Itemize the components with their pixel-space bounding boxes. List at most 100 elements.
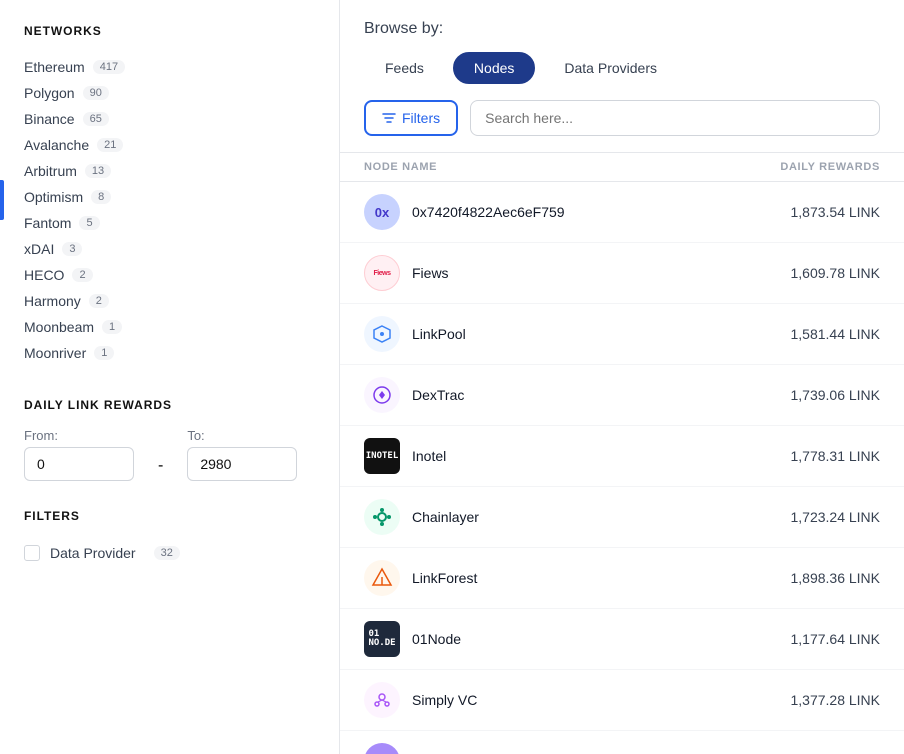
main-content: Browse by: FeedsNodesData Providers Filt… — [340, 0, 904, 754]
browse-header: Browse by: FeedsNodesData Providers — [340, 0, 904, 100]
network-item-moonriver[interactable]: Moonriver 1 — [24, 340, 315, 366]
node-avatar: 0x — [364, 194, 400, 230]
search-input[interactable] — [470, 100, 880, 136]
network-item-xdai[interactable]: xDAI3 — [24, 236, 315, 262]
filters-title: FILTERS — [24, 509, 315, 523]
col-daily-rewards: DAILY REWARDS — [780, 161, 880, 173]
table-row[interactable]: INOTELInotel1,778.31 LINK — [340, 426, 904, 487]
node-left: Chainlayer — [364, 499, 479, 535]
from-label: From: — [24, 428, 134, 443]
node-avatar: Fiews — [364, 255, 400, 291]
node-avatar: M — [364, 743, 400, 754]
node-avatar — [364, 377, 400, 413]
col-node-name: NODE NAME — [364, 161, 437, 173]
node-name: Chainlayer — [412, 509, 479, 525]
network-badge: 21 — [97, 138, 123, 152]
networks-section-title: NETWORKS — [24, 24, 315, 38]
node-left: LinkPool — [364, 316, 466, 352]
table-header: NODE NAME DAILY REWARDS — [340, 152, 904, 182]
toolbar-row: Filters — [340, 100, 904, 152]
network-item-fantom[interactable]: Fantom5 — [24, 210, 315, 236]
network-item-heco[interactable]: HECO 2 — [24, 262, 315, 288]
node-avatar — [364, 560, 400, 596]
network-item-binance[interactable]: Binance 65 — [24, 106, 315, 132]
node-rewards: 1,723.24 LINK — [790, 509, 880, 525]
node-name: Simply VC — [412, 692, 477, 708]
network-item-arbitrum[interactable]: Arbitrum13 — [24, 158, 315, 184]
node-rewards: 1,609.78 LINK — [790, 265, 880, 281]
browse-label: Browse by: — [364, 20, 880, 38]
network-badge: 417 — [93, 60, 125, 74]
tab-nodes[interactable]: Nodes — [453, 52, 535, 84]
tab-feeds[interactable]: Feeds — [364, 52, 445, 84]
node-rewards: 1,581.44 LINK — [790, 326, 880, 342]
network-item-harmony[interactable]: Harmony 2 — [24, 288, 315, 314]
to-input[interactable] — [187, 447, 297, 481]
node-name: 0x7420f4822Aec6eF759 — [412, 204, 565, 220]
data-provider-checkbox[interactable] — [24, 545, 40, 561]
node-rewards: 1,177.64 LINK — [790, 631, 880, 647]
network-name: Avalanche — [24, 137, 89, 153]
node-name: 01Node — [412, 631, 461, 647]
filters-button[interactable]: Filters — [364, 100, 458, 136]
table-row[interactable]: 0x 0x7420f4822Aec6eF759 1,873.54 LINK — [340, 182, 904, 243]
network-badge: 2 — [72, 268, 92, 282]
tab-row: FeedsNodesData Providers — [364, 52, 880, 84]
table-row[interactable]: Chainlayer 1,723.24 LINK — [340, 487, 904, 548]
node-rewards: 1,873.54 LINK — [790, 204, 880, 220]
nodes-list: 0x 0x7420f4822Aec6eF759 1,873.54 LINK Fiews… — [340, 182, 904, 754]
table-row[interactable]: Fiews Fiews 1,609.78 LINK — [340, 243, 904, 304]
network-name: Moonriver — [24, 345, 86, 361]
network-item-optimism[interactable]: Optimism 8 — [24, 184, 315, 210]
network-name: Harmony — [24, 293, 81, 309]
table-row[interactable]: 01NO.DE01Node 1,177.64 LINK — [340, 609, 904, 670]
from-input[interactable] — [24, 447, 134, 481]
network-item-polygon[interactable]: Polygon90 — [24, 80, 315, 106]
network-name: Binance — [24, 111, 75, 127]
node-avatar — [364, 682, 400, 718]
network-badge: 8 — [91, 190, 111, 204]
filter-label: Data Provider — [50, 545, 136, 561]
network-badge: 1 — [94, 346, 114, 360]
network-name: Fantom — [24, 215, 71, 231]
node-rewards: 1,739.06 LINK — [790, 387, 880, 403]
node-name: LinkForest — [412, 570, 477, 586]
node-left: 0x 0x7420f4822Aec6eF759 — [364, 194, 565, 230]
network-badge: 13 — [85, 164, 111, 178]
node-name: Inotel — [412, 448, 446, 464]
network-list: Ethereum417Polygon90Binance65Avalanche21… — [24, 54, 315, 366]
node-left: LinkForest — [364, 560, 477, 596]
network-badge: 65 — [83, 112, 109, 126]
network-name: Optimism — [24, 189, 83, 205]
network-item-moonbeam[interactable]: Moonbeam1 — [24, 314, 315, 340]
table-row[interactable]: MMycelium1,267.07 LINK — [340, 731, 904, 754]
filter-icon — [382, 111, 396, 125]
network-item-avalanche[interactable]: Avalanche 21 — [24, 132, 315, 158]
node-left: INOTELInotel — [364, 438, 446, 474]
network-name: Polygon — [24, 85, 75, 101]
node-avatar — [364, 316, 400, 352]
node-rewards: 1,377.28 LINK — [790, 692, 880, 708]
network-badge: 2 — [89, 294, 109, 308]
table-row[interactable]: LinkForest 1,898.36 LINK — [340, 548, 904, 609]
rewards-title: DAILY LINK REWARDS — [24, 398, 315, 412]
node-left: Simply VC — [364, 682, 477, 718]
network-name: xDAI — [24, 241, 54, 257]
network-name: HECO — [24, 267, 64, 283]
node-name: Fiews — [412, 265, 449, 281]
table-row[interactable]: DexTrac 1,739.06 LINK — [340, 365, 904, 426]
node-left: DexTrac — [364, 377, 464, 413]
node-left: Fiews Fiews — [364, 255, 449, 291]
filters-section: FILTERS Data Provider 32 — [24, 509, 315, 567]
node-left: 01NO.DE01Node — [364, 621, 461, 657]
network-name: Moonbeam — [24, 319, 94, 335]
table-row[interactable]: LinkPool 1,581.44 LINK — [340, 304, 904, 365]
node-name: LinkPool — [412, 326, 466, 342]
network-item-ethereum[interactable]: Ethereum 417 — [24, 54, 315, 80]
network-name: Ethereum — [24, 59, 85, 75]
filter-data-provider[interactable]: Data Provider 32 — [24, 539, 315, 567]
sidebar: NETWORKS Ethereum 417 Polygon90 Binance 65 Av… — [0, 0, 340, 754]
node-rewards: 1,898.36 LINK — [790, 570, 880, 586]
table-row[interactable]: Simply VC 1,377.28 LINK — [340, 670, 904, 731]
tab-data-providers[interactable]: Data Providers — [543, 52, 678, 84]
